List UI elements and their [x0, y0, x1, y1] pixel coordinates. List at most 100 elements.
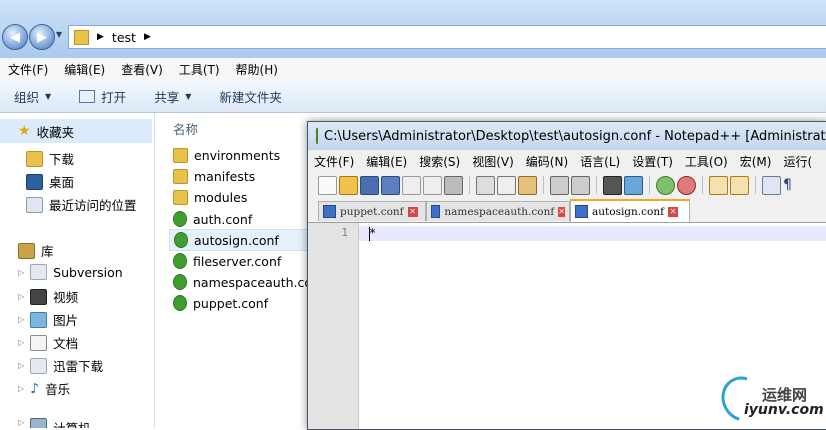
menu-file[interactable]: 文件(F)	[0, 61, 56, 78]
tab-namespaceauth-conf[interactable]: namespaceauth.conf ✕	[426, 201, 570, 221]
file-item-selected[interactable]: autosign.conf	[169, 229, 309, 251]
expand-icon[interactable]: ▷	[18, 418, 24, 427]
tab-autosign-conf[interactable]: autosign.conf ✕	[570, 199, 690, 222]
nav-libraries[interactable]: 库	[18, 241, 54, 260]
zoom-out-icon[interactable]	[677, 175, 696, 195]
file-item[interactable]: modules	[173, 190, 247, 205]
file-item[interactable]: environments	[173, 148, 280, 163]
file-name: auth.conf	[193, 211, 253, 227]
nav-item-downloads[interactable]: 下载	[26, 149, 74, 168]
file-item[interactable]: puppet.conf	[173, 295, 268, 311]
sync-vertical-icon[interactable]	[709, 175, 728, 195]
npp-menu-edit[interactable]: 编辑(E)	[360, 153, 413, 170]
desktop-icon	[26, 173, 43, 190]
breadcrumb-chevron-icon[interactable]: ▶	[144, 32, 151, 42]
organize-button[interactable]: 组织 ▼	[0, 87, 65, 106]
toolbar-separator	[596, 176, 597, 194]
menu-view[interactable]: 查看(V)	[113, 61, 171, 78]
nav-item-music[interactable]: ▷ ♪ 音乐	[18, 379, 70, 398]
toolbar-separator	[543, 176, 544, 194]
tab-label: namespaceauth.conf	[444, 205, 555, 218]
show-all-chars-icon[interactable]: ¶	[783, 177, 792, 193]
expand-icon[interactable]: ▷	[18, 268, 24, 277]
nav-item-documents[interactable]: ▷ 文档	[18, 333, 78, 352]
save-icon[interactable]	[360, 175, 379, 195]
close-tab-icon[interactable]: ✕	[558, 206, 565, 217]
nav-item-desktop[interactable]: 桌面	[26, 172, 74, 191]
recent-places-icon	[26, 196, 43, 213]
nav-item-subversion[interactable]: ▷ Subversion	[18, 264, 123, 280]
notepadpp-titlebar[interactable]: C:\Users\Administrator\Desktop\test\auto…	[308, 122, 826, 150]
folder-icon	[173, 148, 188, 163]
expand-icon[interactable]: ▷	[18, 292, 24, 301]
npp-menu-settings[interactable]: 设置(T)	[626, 153, 679, 170]
expand-icon[interactable]: ▷	[18, 384, 24, 393]
explorer-address-area: ◀ ▶ ▼ ▶ test ▶	[0, 0, 826, 58]
nav-item-label: 图片	[53, 313, 79, 328]
close-tab-icon[interactable]: ✕	[407, 206, 418, 217]
line-content: *	[369, 226, 377, 240]
file-name: namespaceauth.conf	[193, 274, 325, 290]
npp-menu-file[interactable]: 文件(F)	[308, 153, 360, 170]
print-icon[interactable]	[444, 175, 463, 195]
npp-menu-encoding[interactable]: 编码(N)	[520, 153, 574, 170]
star-icon: ★	[18, 123, 31, 139]
share-button[interactable]: 共享 ▼	[140, 87, 205, 106]
tab-label: puppet.conf	[340, 205, 404, 218]
menu-help[interactable]: 帮助(H)	[228, 61, 286, 78]
explorer-menubar: 文件(F) 编辑(E) 查看(V) 工具(T) 帮助(H)	[0, 58, 826, 80]
copy-icon[interactable]	[497, 175, 516, 195]
file-item[interactable]: auth.conf	[173, 211, 252, 227]
nav-item-label: 下载	[49, 152, 75, 167]
npp-menu-macro[interactable]: 宏(M)	[734, 153, 778, 170]
expand-icon[interactable]: ▷	[18, 338, 24, 347]
breadcrumb-test[interactable]: test	[112, 30, 136, 45]
redo-icon[interactable]	[571, 175, 590, 195]
npp-menu-tools[interactable]: 工具(O)	[679, 153, 734, 170]
recent-dropdown-icon[interactable]: ▼	[56, 30, 62, 39]
navigation-pane: ★ 收藏夹 下载 桌面 最近访问的位置 库 ▷ Subversion ▷ 视频 ▷ 图…	[0, 113, 155, 428]
expand-icon[interactable]: ▷	[18, 361, 24, 370]
replace-icon[interactable]	[624, 175, 643, 195]
find-icon[interactable]	[603, 175, 622, 195]
nav-item-recent[interactable]: 最近访问的位置	[26, 195, 137, 214]
back-button[interactable]: ◀	[2, 24, 28, 50]
undo-icon[interactable]	[550, 175, 569, 195]
open-button[interactable]: 打开	[65, 87, 140, 106]
word-wrap-icon[interactable]	[762, 175, 781, 195]
save-all-icon[interactable]	[381, 175, 400, 195]
expand-icon[interactable]: ▷	[18, 315, 24, 324]
nav-item-videos[interactable]: ▷ 视频	[18, 287, 78, 306]
open-file-icon[interactable]	[339, 175, 358, 195]
new-file-icon[interactable]	[318, 175, 337, 195]
column-header-name[interactable]: 名称	[173, 119, 198, 138]
npp-menu-view[interactable]: 视图(V)	[466, 153, 520, 170]
file-item[interactable]: manifests	[173, 169, 255, 184]
forward-button[interactable]: ▶	[29, 24, 55, 50]
close-tab-icon[interactable]: ✕	[667, 206, 678, 217]
new-folder-button[interactable]: 新建文件夹	[205, 87, 296, 106]
file-item[interactable]: fileserver.conf	[173, 253, 281, 269]
close-all-icon[interactable]	[423, 175, 442, 195]
nav-favorites[interactable]: ★ 收藏夹	[0, 119, 152, 143]
menu-tools[interactable]: 工具(T)	[171, 61, 228, 78]
file-item[interactable]: namespaceauth.conf	[173, 274, 324, 290]
sync-horizontal-icon[interactable]	[730, 175, 749, 195]
npp-menu-run[interactable]: 运行(	[777, 153, 818, 170]
documents-icon	[30, 334, 48, 351]
nav-item-label: 迅雷下载	[53, 359, 104, 374]
cut-icon[interactable]	[476, 175, 495, 195]
close-file-icon[interactable]	[402, 175, 421, 195]
tab-puppet-conf[interactable]: puppet.conf ✕	[318, 201, 426, 221]
paste-icon[interactable]	[518, 175, 537, 195]
nav-item-pictures[interactable]: ▷ 图片	[18, 310, 78, 329]
nav-computer[interactable]: ▷ 计算机	[18, 418, 91, 428]
zoom-in-icon[interactable]	[656, 175, 675, 195]
open-label: 打开	[101, 89, 127, 105]
share-label: 共享	[154, 89, 180, 105]
npp-menu-search[interactable]: 搜索(S)	[413, 153, 466, 170]
address-bar[interactable]: ▶ test ▶	[68, 25, 826, 49]
menu-edit[interactable]: 编辑(E)	[56, 61, 113, 78]
nav-item-thunder-downloads[interactable]: ▷ 迅雷下载	[18, 356, 103, 375]
npp-menu-language[interactable]: 语言(L)	[574, 153, 626, 170]
